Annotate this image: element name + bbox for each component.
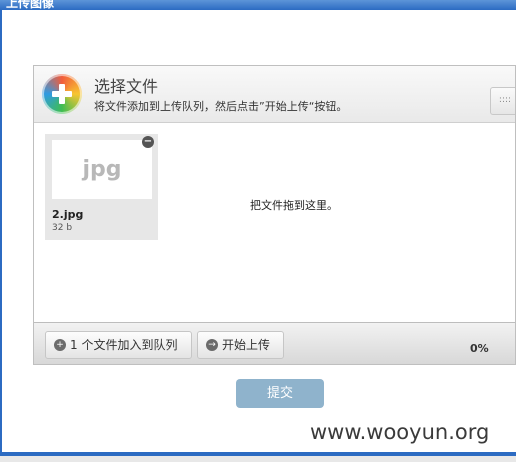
watermark-text: www.wooyun.org xyxy=(310,420,490,444)
start-upload-button[interactable]: → 开始上传 xyxy=(197,331,284,359)
taskbar-strip xyxy=(0,456,516,462)
arrow-right-circle-icon: → xyxy=(206,338,218,351)
uploader-instructions: 将文件添加到上传队列，然后点击”开始上传“按钮。 xyxy=(94,100,348,113)
remove-file-icon[interactable]: − xyxy=(142,136,154,148)
add-files-button[interactable]: +1 个文件加入到队列 xyxy=(45,331,192,359)
file-name: 2.jpg xyxy=(52,208,84,221)
add-files-label: 1 个文件加入到队列 xyxy=(70,338,178,352)
uploader-header: 选择文件 将文件添加到上传队列，然后点击”开始上传“按钮。 :::: xyxy=(34,66,515,123)
plus-circle-icon: + xyxy=(54,338,66,351)
file-type-label: jpg xyxy=(82,157,122,182)
uploader-footer: +1 个文件加入到队列 → 开始上传 0% xyxy=(34,322,515,364)
drop-zone-text: 把文件拖到这里。 xyxy=(250,199,338,212)
file-uploader: 选择文件 将文件添加到上传队列，然后点击”开始上传“按钮。 :::: jpg −… xyxy=(33,65,516,365)
list-view-icon[interactable]: :::: xyxy=(490,87,515,115)
uploader-title: 选择文件 xyxy=(94,77,159,96)
upload-progress-percent: 0% xyxy=(470,342,489,355)
start-upload-label: 开始上传 xyxy=(222,338,271,352)
submit-button[interactable]: 提交 xyxy=(236,379,324,408)
window-title: 上传图像 xyxy=(6,0,55,10)
file-size: 32 b xyxy=(52,223,73,233)
window-titlebar: 上传图像 xyxy=(0,0,516,10)
file-thumbnail: jpg xyxy=(52,140,152,199)
add-file-logo-icon xyxy=(42,74,82,114)
file-thumbnail-item[interactable]: jpg − 2.jpg 32 b xyxy=(45,134,158,240)
window-frame-left xyxy=(0,10,2,454)
